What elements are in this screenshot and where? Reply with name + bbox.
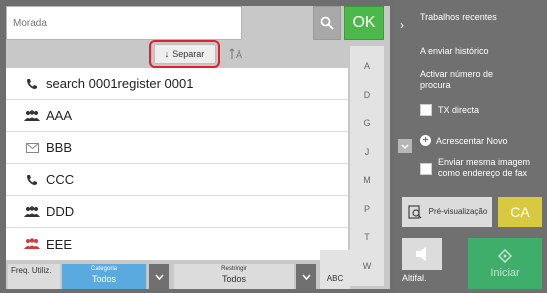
activate-search-item[interactable]: Activar número de procura <box>420 69 510 91</box>
index-letter-j[interactable]: J <box>365 147 370 157</box>
index-letter-m[interactable]: M <box>363 175 371 185</box>
restrict-label: Restringir <box>221 266 247 272</box>
preview-button[interactable]: Pré-visualização <box>402 197 492 227</box>
index-letter-t[interactable]: T <box>364 232 370 242</box>
sort-label: Separar <box>172 49 205 59</box>
email-icon <box>24 140 40 156</box>
address-panel: OK ↓ Separar Ā search 0001register 0001 <box>6 6 390 289</box>
list-item[interactable]: search 0001register 0001 <box>6 68 348 100</box>
address-book-screen: OK ↓ Separar Ā search 0001register 0001 <box>0 0 547 293</box>
action-panel: › Trabalhos recentes A enviar histórico … <box>394 0 547 293</box>
abc-tab[interactable]: ABC <box>320 250 350 289</box>
chevron-right-icon[interactable]: › <box>400 18 404 32</box>
plus-icon: + <box>420 135 431 146</box>
filter-tabs: Freq. Utiliz. Categoria Todos Restringir… <box>6 262 348 289</box>
contact-name: BBB <box>46 140 73 155</box>
chevron-down-icon <box>154 274 164 280</box>
chevron-down-icon <box>401 144 409 149</box>
list-item[interactable]: CCC <box>6 164 348 196</box>
contact-list: search 0001register 0001 AAA BBB CCC DDD… <box>6 68 348 260</box>
group-icon <box>24 204 40 220</box>
index-bar: A D G J M P T W <box>350 46 384 286</box>
start-icon <box>498 248 512 263</box>
index-letter-d[interactable]: D <box>364 90 371 100</box>
speaker-icon <box>416 247 426 261</box>
send-history-item[interactable]: A enviar histórico <box>420 46 489 57</box>
group-red-icon <box>24 236 40 252</box>
chevron-down-icon <box>301 274 311 280</box>
tx-direct-checkbox[interactable] <box>420 104 432 116</box>
category-dropdown-button[interactable] <box>149 264 169 289</box>
preview-label: Pré-visualização <box>428 207 488 217</box>
tab-frequent[interactable]: Freq. Utiliz. <box>8 264 60 289</box>
category-label: Categoria <box>90 266 117 272</box>
speaker-button[interactable] <box>402 238 442 270</box>
send-same-image-checkbox[interactable] <box>420 163 432 175</box>
send-same-image-label: Enviar mesma imagem como endereço de fax <box>438 157 531 178</box>
svg-text:Ā: Ā <box>236 50 242 60</box>
address-input[interactable] <box>6 6 242 40</box>
phone-icon <box>24 76 40 92</box>
phone-icon <box>24 172 40 188</box>
search-icon <box>320 16 334 30</box>
recent-jobs-item[interactable]: Trabalhos recentes <box>420 12 520 23</box>
restrict-value: Todos <box>221 274 247 284</box>
contact-name: EEE <box>46 236 73 252</box>
restrict-dropdown-button[interactable] <box>296 264 316 289</box>
sort-button-inner: ↓ Separar <box>153 44 216 64</box>
sort-order-icon[interactable]: Ā <box>228 46 246 62</box>
contact-name: CCC <box>46 172 75 187</box>
clear-all-button[interactable]: CA <box>498 197 542 227</box>
add-new-item[interactable]: Acrescentar Novo <box>436 136 508 147</box>
preview-icon <box>408 205 422 219</box>
list-item[interactable]: AAA <box>6 100 348 132</box>
speaker-label: Altifal. <box>402 273 427 283</box>
group-icon <box>24 108 40 124</box>
list-item[interactable]: EEE <box>6 228 348 260</box>
index-letter-w[interactable]: W <box>363 261 372 271</box>
tab-category[interactable]: Categoria Todos <box>62 264 146 289</box>
index-letter-g[interactable]: G <box>363 118 370 128</box>
index-letter-a[interactable]: A <box>364 61 370 71</box>
category-value: Todos <box>91 274 117 284</box>
list-item[interactable]: BBB <box>6 132 348 164</box>
collapse-button[interactable] <box>398 139 412 153</box>
contact-name: DDD <box>46 204 75 219</box>
tx-direct-label: TX directa <box>438 105 480 115</box>
sort-button[interactable]: ↓ Separar <box>149 40 220 68</box>
list-item[interactable]: DDD <box>6 196 348 228</box>
contact-name: search 0001register 0001 <box>46 76 194 91</box>
ok-button[interactable]: OK <box>344 6 384 40</box>
sort-icon: ↓ <box>164 49 170 59</box>
contact-name: AAA <box>46 108 73 123</box>
start-label: Iniciar <box>490 266 520 279</box>
tab-restrict[interactable]: Restringir Todos <box>174 264 294 289</box>
start-button[interactable]: Iniciar <box>468 238 542 289</box>
index-letter-p[interactable]: P <box>364 204 370 214</box>
search-button[interactable] <box>313 6 341 40</box>
